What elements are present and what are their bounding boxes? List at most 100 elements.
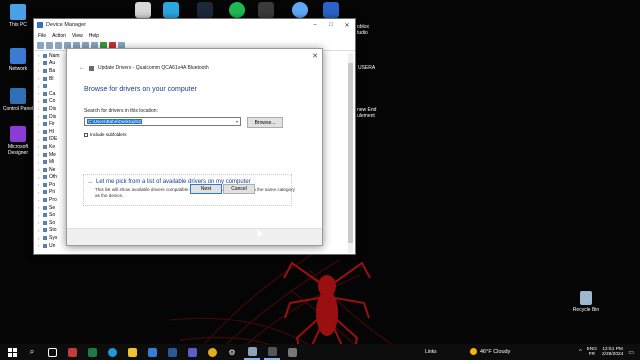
browse-button[interactable]: Browse... [247,117,283,128]
language-indicator[interactable]: ENG FR [587,347,597,358]
chevron-up-icon[interactable]: ^ [579,349,581,355]
taskbar-excel[interactable] [84,344,100,360]
device-category-icon [43,198,47,203]
task-view-button[interactable] [44,344,60,360]
include-subfolders-checkbox[interactable] [84,132,88,137]
chevron-right-icon[interactable]: › [38,190,41,195]
next-button[interactable]: Next [190,184,222,194]
taskbar-file-explorer[interactable] [124,344,140,360]
store-icon [147,347,157,357]
chevron-right-icon[interactable]: › [38,84,41,89]
canva-icon[interactable] [163,2,179,18]
taskbar-app[interactable] [264,344,280,360]
steam-icon[interactable] [197,2,213,18]
windows-logo-icon [7,347,17,357]
back-icon[interactable] [37,41,44,49]
properties-icon[interactable] [55,41,62,49]
taskbar-settings[interactable]: ⚙ [224,344,240,360]
chevron-right-icon[interactable]: › [38,114,41,119]
taskbar-word[interactable] [164,344,180,360]
device-category-icon [43,76,47,81]
weather-widget[interactable]: 46°F Cloudy [470,348,510,355]
taskbar-app[interactable] [64,344,80,360]
device-category-icon [43,228,47,233]
app-shortcut-icon[interactable] [258,2,274,18]
dialog-header-text: Update Drivers - Qualcomm QCA61x4A Bluet… [98,65,209,71]
chevron-right-icon[interactable]: › [38,144,41,149]
device-manager-icon [247,346,257,356]
desktop-icon-recycle-bin[interactable]: Recycle Bin [569,291,603,313]
app-shortcut-icon[interactable] [135,2,151,18]
chevron-right-icon[interactable]: › [38,137,41,142]
chevron-right-icon[interactable]: › [38,213,41,218]
chevron-right-icon[interactable]: › [38,122,41,127]
chevron-right-icon[interactable]: › [38,129,41,134]
taskbar-edge[interactable] [104,344,120,360]
chevron-right-icon[interactable]: › [38,160,41,165]
desktop-icon-network[interactable]: Network [0,48,36,72]
menu-file[interactable]: File [38,33,46,39]
chevron-right-icon[interactable]: › [38,53,41,58]
taskbar-device-manager[interactable] [244,344,260,360]
device-category-icon [43,114,47,119]
chevron-right-icon[interactable]: › [38,167,41,172]
taskbar-app[interactable] [284,344,300,360]
dialog-close-button[interactable]: ✕ [312,52,318,60]
cancel-button[interactable]: Cancel [223,184,255,194]
links-toolbar[interactable]: Links [425,349,437,355]
chevron-right-icon[interactable]: › [38,99,41,104]
task-view-icon [47,347,57,357]
chevron-right-icon[interactable]: › [38,106,41,111]
app-icon [287,347,297,357]
taskbar-store[interactable] [144,344,160,360]
chevron-right-icon[interactable]: › [38,68,41,73]
device-category-icon [43,243,47,248]
device-category-icon [43,122,47,127]
chevron-right-icon[interactable]: › [38,243,41,248]
taskbar-chrome[interactable] [204,344,220,360]
menu-bar: File Action View Help [34,31,355,40]
scrollbar-thumb[interactable] [348,63,353,243]
desktop-icon-control-panel[interactable]: Control Panel [0,88,36,112]
chevron-right-icon[interactable]: › [38,220,41,225]
driver-path-input[interactable]: C:\Users\Bahe\Desktop\52 ▾ [84,117,241,126]
forward-icon[interactable] [46,41,53,49]
menu-view[interactable]: View [72,33,83,39]
clock[interactable]: 12:51 PM 2/28/2024 [602,347,623,358]
chevron-right-icon[interactable]: › [38,198,41,203]
device-category-icon [43,182,47,187]
spotify-icon[interactable] [229,2,245,18]
start-button[interactable] [4,344,20,360]
desktop-icon-roblox-studio[interactable]: oblox tudio [357,24,387,36]
chevron-right-icon[interactable]: › [38,76,41,81]
chevron-right-icon[interactable]: › [38,182,41,187]
taskbar-app[interactable] [184,344,200,360]
scrollbar[interactable] [348,53,353,253]
maximize-button[interactable]: □ [323,19,339,31]
folder-icon [127,347,137,357]
back-arrow-icon[interactable]: ← [79,65,85,71]
desktop-icon-document[interactable]: new End ulement [357,107,387,119]
chevron-right-icon[interactable]: › [38,152,41,157]
app-shortcut-icon[interactable] [323,2,339,18]
menu-action[interactable]: Action [52,33,66,39]
minimize-button[interactable]: – [307,19,323,31]
desktop-icon-usera[interactable]: USERA [358,65,388,71]
device-manager-icon [37,22,43,28]
chevron-right-icon[interactable]: › [38,91,41,96]
system-tray: ^ ENG FR 12:51 PM 2/28/2024 ▭ [579,344,634,360]
menu-help[interactable]: Help [89,33,99,39]
notification-icon[interactable]: ▭ [628,349,634,356]
desktop-icon-this-pc[interactable]: This PC [0,4,36,28]
search-button[interactable]: ⌕ [24,344,40,360]
chevron-right-icon[interactable]: › [38,175,41,180]
include-subfolders-row[interactable]: Include subfolders [84,132,127,137]
device-category-icon [43,99,47,104]
chevron-down-icon[interactable]: ▾ [236,119,238,124]
chevron-right-icon[interactable]: › [38,236,41,241]
chevron-right-icon[interactable]: › [38,228,41,233]
chevron-right-icon[interactable]: › [38,61,41,66]
app-shortcut-icon[interactable] [292,2,308,18]
chevron-right-icon[interactable]: › [38,205,41,210]
close-button[interactable]: ✕ [339,19,355,31]
